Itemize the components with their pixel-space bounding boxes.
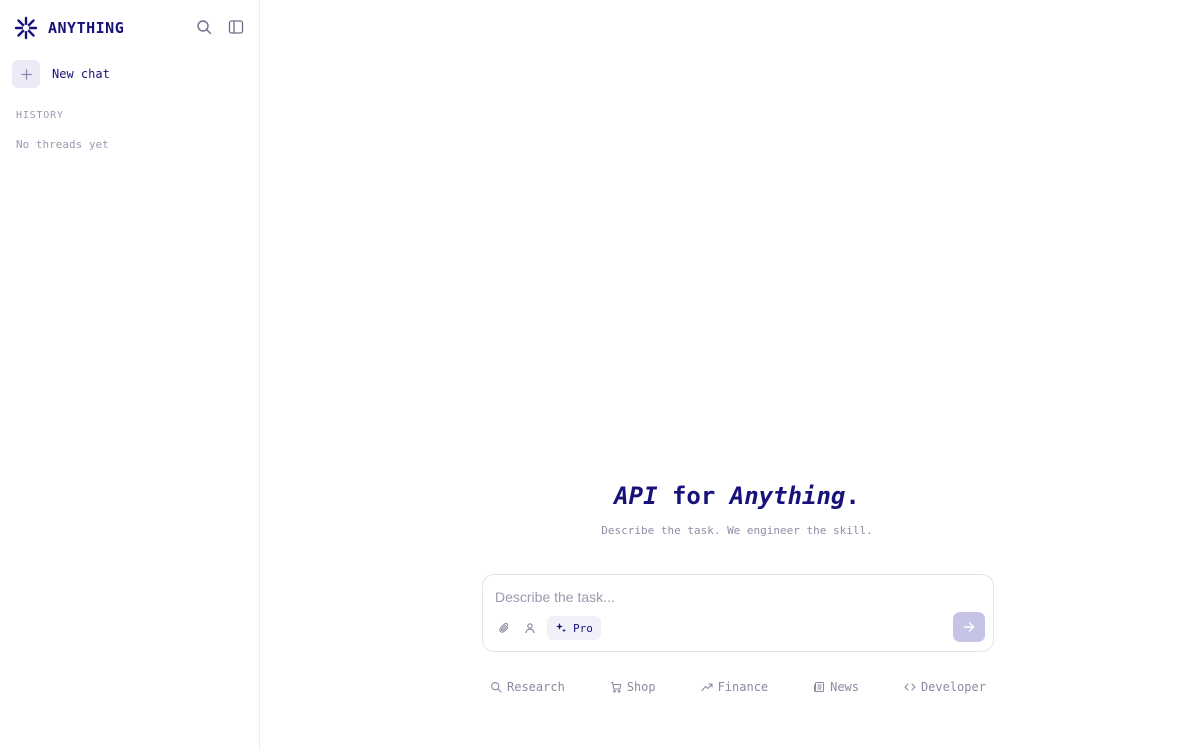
main-area: API for Anything. Describe the task. We …	[260, 0, 1200, 750]
hero-title: API for Anything.	[260, 482, 1200, 510]
suggestion-label: Research	[507, 680, 565, 694]
send-button[interactable]	[953, 612, 985, 642]
hero-title-period: .	[845, 482, 860, 510]
sparkle-icon	[556, 623, 566, 633]
history-empty-text: No threads yet	[16, 138, 109, 151]
brand[interactable]: ANYTHING	[14, 16, 124, 40]
code-icon	[904, 683, 916, 691]
suggestion-finance[interactable]: Finance	[701, 680, 769, 694]
composer-tools: Pro	[495, 616, 601, 640]
pro-mode-chip[interactable]: Pro	[547, 616, 601, 640]
person-icon[interactable]	[521, 617, 539, 639]
suggestion-label: Finance	[717, 680, 769, 694]
task-input[interactable]	[495, 589, 935, 605]
history-heading: HISTORY	[16, 110, 64, 121]
suggestion-news[interactable]: News	[813, 680, 859, 694]
sidebar-top-icons	[195, 18, 245, 36]
new-chat-label: New chat	[52, 67, 110, 81]
trend-up-icon	[701, 683, 713, 692]
suggestion-label: News	[830, 680, 859, 694]
cart-icon	[610, 681, 622, 693]
hero-subtitle: Describe the task. We engineer the skill…	[601, 524, 873, 537]
pro-chip-label: Pro	[573, 621, 593, 635]
composer: Pro	[482, 574, 994, 652]
suggestion-chips: Research Shop Finance News Developer	[482, 680, 994, 694]
newspaper-icon	[814, 682, 825, 692]
new-chat-button[interactable]: New chat	[12, 60, 110, 88]
brand-logo-icon	[14, 16, 38, 40]
suggestion-developer[interactable]: Developer	[904, 680, 986, 694]
arrow-right-icon	[963, 622, 975, 632]
search-icon	[491, 682, 502, 693]
suggestion-research[interactable]: Research	[490, 680, 565, 694]
plus-icon	[12, 60, 40, 88]
paperclip-icon[interactable]	[495, 617, 513, 639]
hero-title-for: for	[657, 482, 730, 510]
brand-name: ANYTHING	[48, 19, 125, 37]
sidebar-toggle-icon[interactable]	[227, 18, 245, 36]
hero-title-api: API	[614, 482, 658, 510]
search-icon[interactable]	[195, 18, 213, 36]
suggestion-label: Developer	[920, 680, 986, 694]
hero-title-anything: Anything	[729, 482, 846, 510]
suggestion-label: Shop	[626, 680, 656, 694]
suggestion-shop[interactable]: Shop	[610, 680, 656, 694]
sidebar: ANYTHING New chat HISTORY No threads yet	[0, 0, 260, 750]
